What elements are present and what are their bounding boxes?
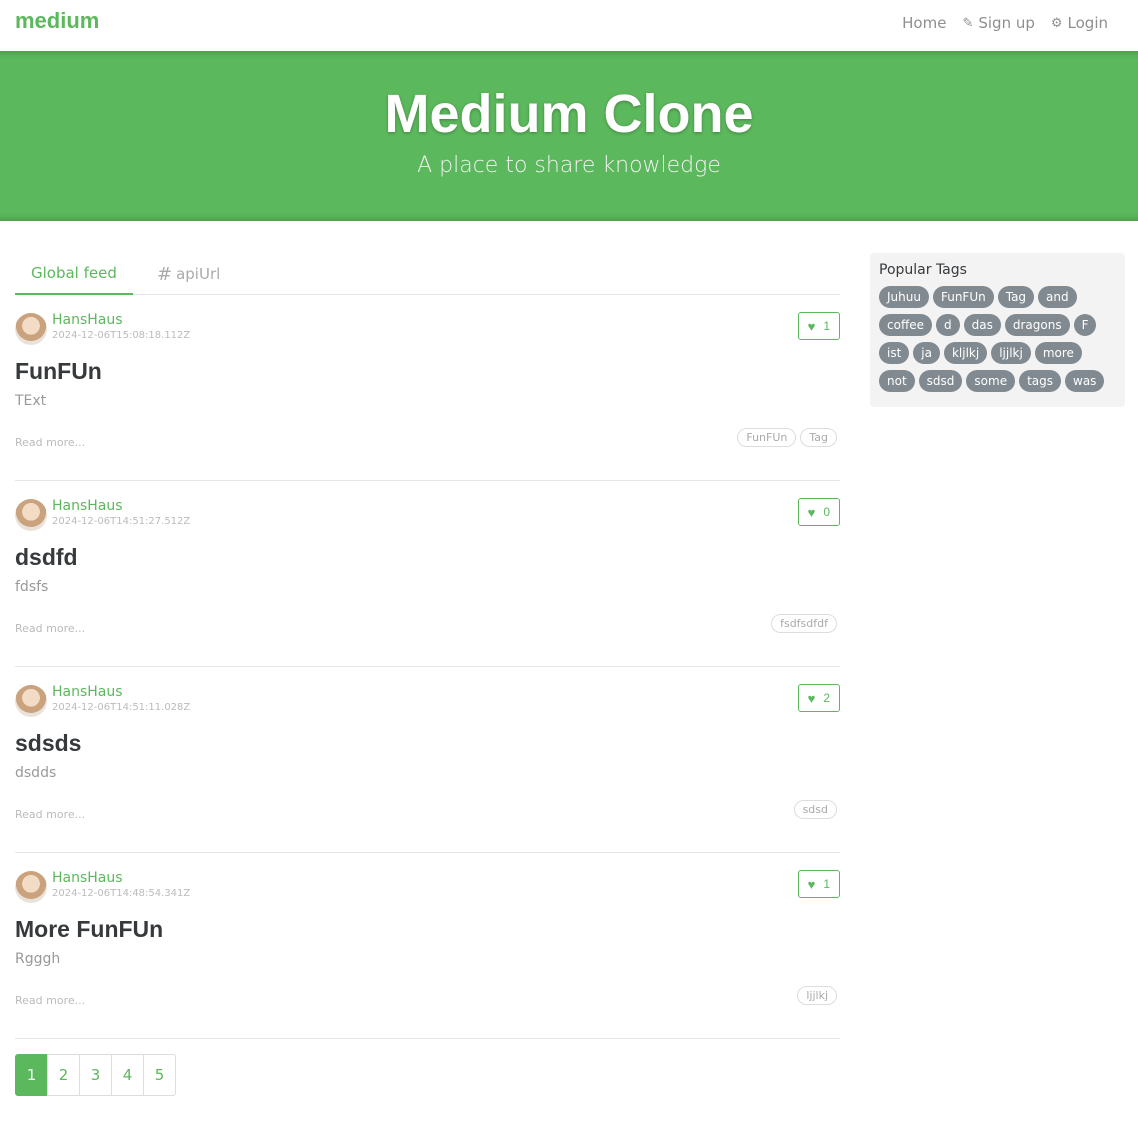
author-link[interactable]: HansHaus <box>52 684 123 700</box>
article-description: TExt <box>15 393 47 409</box>
page-link-4[interactable]: 4 <box>111 1054 144 1096</box>
tag-pill[interactable]: das <box>963 314 1001 336</box>
tag-pill[interactable]: dragons <box>1004 314 1070 336</box>
article-preview: HansHaus 2024-12-06T15:08:18.112Z ♥ 1 Fu… <box>15 295 840 481</box>
article-tag[interactable]: FunFUn <box>737 428 797 447</box>
tag-pill[interactable]: tags <box>1019 370 1062 392</box>
pagination: 1 2 3 4 5 <box>15 1054 176 1096</box>
tag-cloud: Juhuu FunFUn Tag and coffee d das dragon… <box>879 286 1116 392</box>
article-preview: HansHaus 2024-12-06T14:51:27.512Z ♥ 0 ds… <box>15 481 840 667</box>
article-preview: HansHaus 2024-12-06T14:51:11.028Z ♥ 2 sd… <box>15 667 840 853</box>
tag-pill[interactable]: more <box>1034 342 1082 364</box>
tab-global-feed[interactable]: Global feed <box>15 253 133 295</box>
favorite-button[interactable]: ♥ 0 <box>797 498 840 526</box>
favorite-count: 1 <box>823 877 830 891</box>
page-link-5[interactable]: 5 <box>143 1054 176 1096</box>
article-tag-list: FunFUn Tag <box>737 428 837 447</box>
avatar[interactable] <box>15 313 47 345</box>
page-link-3[interactable]: 3 <box>79 1054 112 1096</box>
heart-icon: ♥ <box>807 318 816 334</box>
banner-subtitle: A place to share knowledge <box>417 153 721 178</box>
article-tag-list: sdsd <box>793 800 837 819</box>
tab-tag-feed[interactable]: # apiUrl <box>141 253 236 295</box>
tag-pill[interactable]: not <box>879 370 915 392</box>
banner-title: Medium Clone <box>384 84 754 144</box>
favorite-button[interactable]: ♥ 1 <box>797 870 840 898</box>
tag-pill[interactable]: F <box>1073 314 1097 336</box>
article-tag[interactable]: ljjlkj <box>797 986 837 1005</box>
article-title[interactable]: More FunFUn <box>15 916 163 943</box>
gear-icon: ⚙ <box>1050 15 1063 31</box>
nav-signup-label: Sign up <box>978 14 1035 32</box>
nav-login-link[interactable]: ⚙ Login <box>1051 14 1108 32</box>
page-link-1[interactable]: 1 <box>15 1054 48 1096</box>
hero-banner: Medium Clone A place to share knowledge <box>0 51 1138 221</box>
article-description: dsdds <box>15 765 57 781</box>
favorite-count: 0 <box>823 505 830 519</box>
popular-tags-sidebar: Popular Tags Juhuu FunFUn Tag and coffee… <box>870 253 1125 407</box>
tab-global-feed-label: Global feed <box>31 264 117 282</box>
compose-icon: ✎ <box>962 15 974 31</box>
heart-icon: ♥ <box>807 690 816 706</box>
article-tag[interactable]: Tag <box>800 428 837 447</box>
tab-tag-feed-label: apiUrl <box>176 265 221 283</box>
read-more-link[interactable]: Read more... <box>15 808 85 821</box>
article-description: fdsfs <box>15 579 49 595</box>
nav-home-label: Home <box>902 14 947 32</box>
page-link-2[interactable]: 2 <box>47 1054 80 1096</box>
avatar[interactable] <box>15 685 47 717</box>
tag-pill[interactable]: and <box>1038 286 1077 308</box>
tag-pill[interactable]: d <box>935 314 960 336</box>
article-date: 2024-12-06T14:51:11.028Z <box>52 702 191 713</box>
heart-icon: ♥ <box>807 504 816 520</box>
tag-pill[interactable]: some <box>966 370 1016 392</box>
favorite-count: 1 <box>823 319 830 333</box>
top-navbar: medium Home ✎ Sign up ⚙ Login <box>0 0 1138 51</box>
tag-pill[interactable]: sdsd <box>918 370 963 392</box>
author-link[interactable]: HansHaus <box>52 498 123 514</box>
article-tag[interactable]: sdsd <box>793 800 837 819</box>
author-link[interactable]: HansHaus <box>52 312 123 328</box>
article-date: 2024-12-06T14:51:27.512Z <box>52 516 191 527</box>
tag-pill[interactable]: FunFUn <box>932 286 994 308</box>
article-date: 2024-12-06T14:48:54.341Z <box>52 888 191 899</box>
tag-pill[interactable]: Tag <box>997 286 1035 308</box>
read-more-link[interactable]: Read more... <box>15 994 85 1007</box>
tag-pill[interactable]: ist <box>879 342 910 364</box>
article-tag[interactable]: fsdfsdfdf <box>771 614 837 633</box>
article-date: 2024-12-06T15:08:18.112Z <box>52 330 191 341</box>
brand-logo[interactable]: medium <box>15 8 99 34</box>
favorite-button[interactable]: ♥ 1 <box>797 312 840 340</box>
avatar[interactable] <box>15 499 47 531</box>
sidebar-title: Popular Tags <box>879 262 967 278</box>
tag-pill[interactable]: coffee <box>879 314 932 336</box>
read-more-link[interactable]: Read more... <box>15 622 85 635</box>
read-more-link[interactable]: Read more... <box>15 436 85 449</box>
tag-pill[interactable]: kljlkj <box>943 342 988 364</box>
hash-icon: # <box>157 263 173 285</box>
article-title[interactable]: dsdfd <box>15 544 78 571</box>
author-link[interactable]: HansHaus <box>52 870 123 886</box>
article-title[interactable]: sdsds <box>15 730 81 757</box>
article-preview: HansHaus 2024-12-06T14:48:54.341Z ♥ 1 Mo… <box>15 853 840 1039</box>
avatar[interactable] <box>15 871 47 903</box>
favorite-button[interactable]: ♥ 2 <box>797 684 840 712</box>
article-tag-list: ljjlkj <box>797 986 837 1005</box>
tag-pill[interactable]: was <box>1065 370 1105 392</box>
nav-signup-link[interactable]: ✎ Sign up <box>962 14 1034 32</box>
feed-toggle: Global feed # apiUrl <box>15 253 840 295</box>
nav-home-link[interactable]: Home <box>902 14 946 32</box>
tag-pill[interactable]: ja <box>913 342 940 364</box>
nav-login-label: Login <box>1067 14 1108 32</box>
article-title[interactable]: FunFUn <box>15 358 102 385</box>
article-description: Rgggh <box>15 951 61 967</box>
nav-links: Home ✎ Sign up ⚙ Login <box>902 14 1108 32</box>
favorite-count: 2 <box>823 691 830 705</box>
tag-pill[interactable]: Juhuu <box>879 286 929 308</box>
tag-pill[interactable]: ljjlkj <box>991 342 1031 364</box>
article-tag-list: fsdfsdfdf <box>771 614 837 633</box>
heart-icon: ♥ <box>807 876 816 892</box>
